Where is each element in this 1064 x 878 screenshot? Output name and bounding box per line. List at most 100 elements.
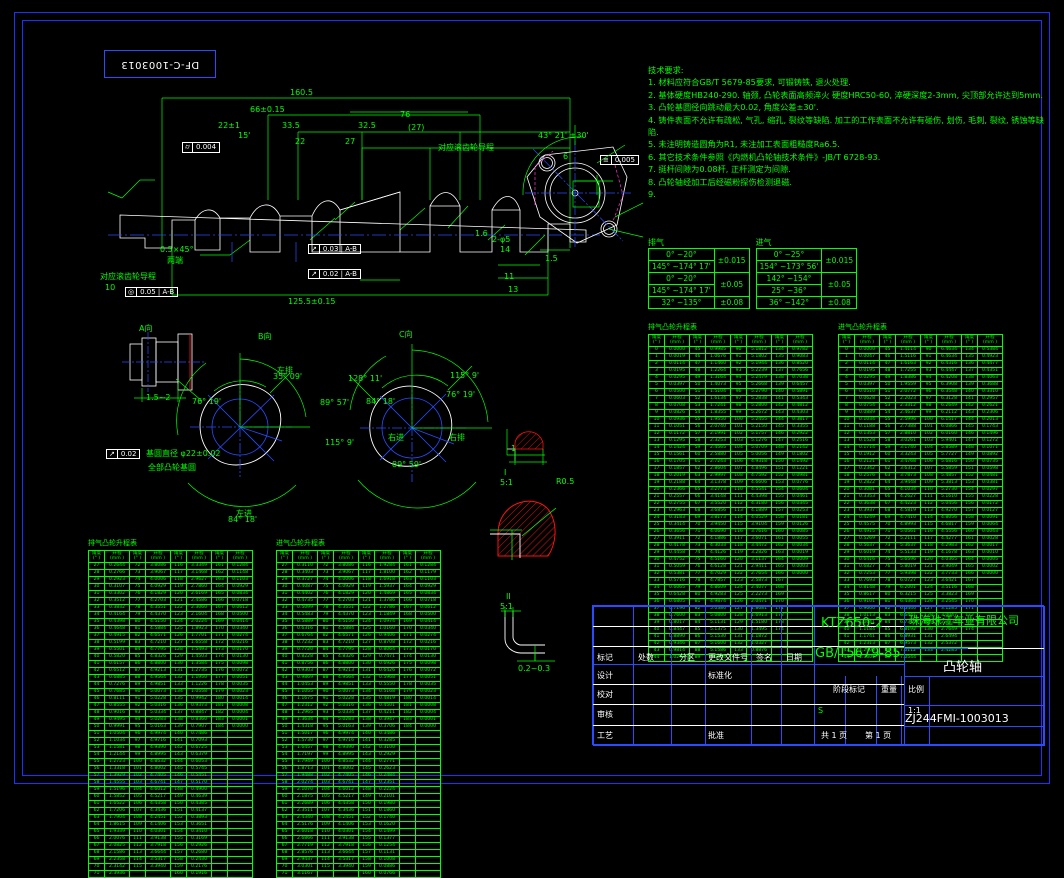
cell-angle (211, 750, 228, 759)
cam-right-angle-2: 84° 18' (366, 397, 396, 406)
cell-angle: 140 (358, 729, 375, 738)
cell-lift: 6.3128 (936, 394, 962, 403)
cell-angle (399, 785, 416, 794)
cell-angle: 74 (129, 575, 146, 584)
cell-lift: 0.1496 (977, 429, 1003, 438)
cell-angle: 95 (317, 722, 334, 731)
cell-angle: 98 (317, 743, 334, 752)
cell-lift: 0.4477 (977, 359, 1003, 368)
role-standardization: 标准化 (708, 671, 732, 680)
cell-lift: 0.9406 (374, 631, 400, 640)
cell-angle: 94 (317, 715, 334, 724)
cell-angle: 161 (399, 561, 416, 570)
cell-angle: 115 (730, 520, 747, 529)
cell-angle: 99 (317, 750, 334, 759)
cell-angle: 70 (276, 862, 293, 871)
cell-angle: 148 (771, 443, 788, 452)
lift-table-row: 28 0.4178 73 4.3033 118 3.4472 162 0.0034 (648, 541, 813, 550)
cell-lift: 3.9067 (145, 568, 171, 577)
cell-angle: 167 (771, 576, 788, 585)
lift-table-row: 8 0.0708 53 1.7241 98 5.2800 142 0.4812 (648, 401, 813, 410)
cell-lift: 0.2306 (977, 408, 1003, 417)
cell-lift: 0.1916 (186, 869, 212, 878)
cell-angle: 141 (961, 394, 978, 403)
cell-angle: 60 (879, 450, 896, 459)
cell-angle: 119 (170, 582, 187, 591)
col-header-angle: 角度 (° ) (317, 550, 334, 563)
cell-angle: 129 (358, 652, 375, 661)
cell-lift: 0.6512 (104, 666, 130, 675)
tolerance-table-exhaust: 排气 0° ~20° ±0.015 145° ~174° 17' 0° ~20°… (648, 238, 750, 310)
cell-lift: 0.1034 (854, 415, 880, 424)
lift-table-row: 38 0.5199 83 4.7210 127 1.6558 172 0.0216 (88, 638, 253, 647)
cell-angle: 29 (276, 575, 293, 584)
cell-angle: 97 (129, 736, 146, 745)
part-number: ZJ244FMI-1003013 (905, 712, 1009, 725)
cell-angle: 52 (276, 736, 293, 745)
cell-angle: 33 (276, 603, 293, 612)
cell-lift: 0.0598 (977, 464, 1003, 473)
cell-angle: 48 (879, 366, 896, 375)
cell-angle: 118 (730, 541, 747, 550)
cell-lift: 0.0008 (227, 701, 253, 710)
lift-table-row: 52 1.5730 97 4.9716 141 0.3285 (276, 736, 441, 745)
cell-lift: 0.0718 (227, 596, 253, 605)
cell-lift: 0.8708 (374, 638, 400, 647)
cell-angle: 94 (730, 373, 747, 382)
cell-angle: 139 (771, 380, 788, 389)
role-review: 审核 (597, 710, 613, 719)
cell-angle: 121 (358, 596, 375, 605)
cell-lift: 2.3312 (895, 401, 921, 410)
cell-angle: 9 (648, 408, 665, 417)
cell-angle: 158 (358, 855, 375, 864)
cell-angle: 182 (211, 708, 228, 717)
cell-angle (399, 806, 416, 815)
cell-angle: 150 (170, 799, 187, 808)
flange-dim-4: 6 (563, 152, 569, 161)
cell-lift: 1.5730 (292, 736, 318, 745)
cell-lift: 0.0397 (664, 380, 690, 389)
cell-lift (145, 869, 171, 878)
cell-lift: 0.9083 (787, 352, 813, 361)
cell-angle: 21 (838, 492, 855, 501)
lift-table-row: 21 0.2557 66 3.4148 111 4.4398 155 0.0461 (648, 492, 813, 501)
cell-lift: 1.8615 (104, 820, 130, 829)
cell-lift: 6.3908 (936, 380, 962, 389)
cell-angle: 111 (129, 834, 146, 843)
cell-angle: 122 (170, 603, 187, 612)
cell-lift: 0.1008 (374, 855, 400, 864)
cell-angle: 60 (689, 450, 706, 459)
cell-lift: 2.3253 (705, 436, 731, 445)
cell-angle: 162 (771, 541, 788, 550)
cell-angle: 172 (211, 638, 228, 647)
cell-lift: 0.1103 (227, 575, 253, 584)
cell-lift: 0.6885 (104, 673, 130, 682)
cell-angle: 53 (689, 401, 706, 410)
lift-table-row: 28 0.5637 73 5.3637 118 4.2983 162 0.0017 (838, 541, 1003, 550)
cell-angle: 169 (211, 617, 228, 626)
cell-angle: 155 (358, 834, 375, 843)
cell-lift (415, 757, 441, 766)
cell-angle: 62 (276, 806, 293, 815)
cell-angle: 50 (879, 380, 896, 389)
cell-lift: 3.1137 (746, 555, 772, 564)
cell-angle: 71 (879, 527, 896, 536)
col-header-angle: 角度 (° ) (920, 334, 937, 347)
cell-lift: 0.2957 (977, 394, 1003, 403)
lift-table-row: 36 0.4648 81 4.5884 125 1.8923 170 0.0340 (88, 624, 253, 633)
cell-lift: 1.7197 (292, 750, 318, 759)
cell-lift: 1.8713 (292, 764, 318, 773)
lift-table-row: 17 0.1857 62 2.8604 107 4.8496 151 0.1221 (648, 464, 813, 473)
cell-angle: 85 (317, 652, 334, 661)
lift-table-row: 69 2.9437 114 3.5317 158 0.1008 (276, 855, 441, 864)
lift-table-row: 63 1.7904 108 4.2451 152 0.3893 (88, 813, 253, 822)
cell-lift: 0.4752 (664, 555, 690, 564)
cell-angle: 78 (129, 603, 146, 612)
cell-lift: 3.1378 (705, 478, 731, 487)
lift-table-exhaust-bottom: 排气凸轮升程表 角度 (° ) 升程 (mm ) 角度 (° ) 升程 (mm ) 角度… (88, 538, 253, 878)
cell-lift: 0.2929 (374, 750, 400, 759)
cell-angle: 164 (211, 582, 228, 591)
cell-angle: 32 (88, 596, 105, 605)
cell-angle: 70 (879, 520, 896, 529)
cell-angle: 31 (88, 589, 105, 598)
